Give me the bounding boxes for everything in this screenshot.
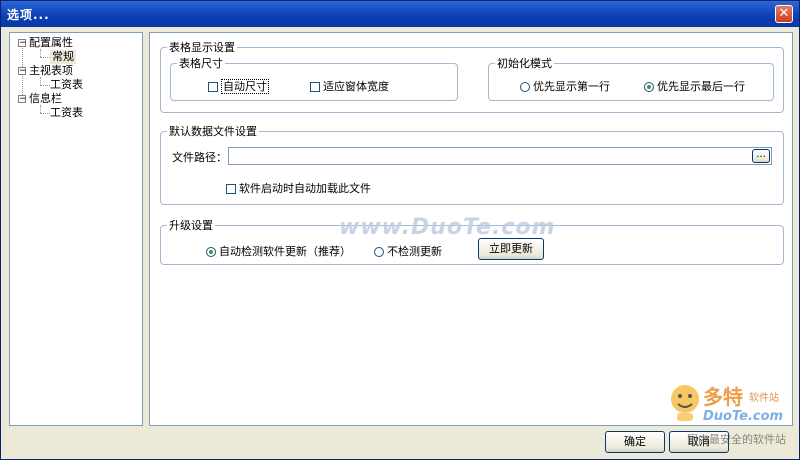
logo-domain: DuoTe.com <box>703 409 784 424</box>
tree-item-infobar[interactable]: − 信息栏 <box>18 92 62 106</box>
checkbox-box[interactable] <box>226 184 236 194</box>
tree-item-config[interactable]: − 配置属性 <box>18 36 73 50</box>
tree-item-label: 配置属性 <box>29 36 73 49</box>
no-check-radio[interactable]: 不检测更新 <box>374 243 442 259</box>
tree-connector <box>40 113 50 114</box>
duote-logo: 多特 软件站 DuoTe.com 国内最安全的软件站 <box>665 379 795 457</box>
file-path-input[interactable]: ... <box>228 147 772 165</box>
tree-item-salary-2[interactable]: 工资表 <box>50 106 83 120</box>
checkbox-label: 自动尺寸 <box>221 79 269 94</box>
settings-tree: − 配置属性 常规 − 主视表项 工资表 − 信息栏 工资表 <box>9 32 143 426</box>
radio-circle[interactable] <box>374 247 384 257</box>
logo-brand: 多特 <box>703 385 743 409</box>
tree-item-label: 主视表项 <box>29 64 73 77</box>
tree-connector <box>40 85 50 86</box>
tree-item-label: 常规 <box>52 50 74 63</box>
autoload-checkbox[interactable]: 软件启动时自动加载此文件 <box>226 180 371 196</box>
window-title: 选项... <box>7 8 50 22</box>
tree-item-label: 工资表 <box>50 106 83 119</box>
options-dialog: 选项... ✕ − 配置属性 常规 − 主视表项 工资表 − 信息栏 工资表 表… <box>0 0 800 460</box>
watermark-text: www.DuoTe.com <box>339 215 556 240</box>
tree-connector <box>40 57 50 58</box>
radio-circle[interactable] <box>644 82 654 92</box>
first-row-radio[interactable]: 优先显示第一行 <box>520 78 610 94</box>
file-path-label: 文件路径： <box>172 151 227 164</box>
checkbox-label: 软件启动时自动加载此文件 <box>239 182 371 195</box>
collapse-icon[interactable]: − <box>18 67 27 76</box>
last-row-radio[interactable]: 优先显示最后一行 <box>644 78 745 94</box>
radio-label: 优先显示最后一行 <box>657 80 745 93</box>
radio-circle[interactable] <box>520 82 530 92</box>
tree-item-label: 工资表 <box>50 78 83 91</box>
logo-suffix: 软件站 <box>749 393 779 404</box>
group-title: 默认数据文件设置 <box>169 125 257 138</box>
radio-label: 不检测更新 <box>387 245 442 258</box>
tree-item-salary-1[interactable]: 工资表 <box>50 78 83 92</box>
group-title: 升级设置 <box>169 219 213 232</box>
mascot-icon <box>671 385 699 421</box>
group-title: 初始化模式 <box>497 57 552 70</box>
checkbox-label: 适应窗体宽度 <box>323 80 389 93</box>
group-title: 表格尺寸 <box>179 57 223 70</box>
collapse-icon[interactable]: − <box>18 39 27 48</box>
checkbox-box[interactable] <box>208 82 218 92</box>
browse-button[interactable]: ... <box>752 149 770 163</box>
fit-width-checkbox[interactable]: 适应窗体宽度 <box>310 78 389 94</box>
radio-circle[interactable] <box>206 247 216 257</box>
tree-item-main-view[interactable]: − 主视表项 <box>18 64 73 78</box>
checkbox-box[interactable] <box>310 82 320 92</box>
close-icon: ✕ <box>778 6 790 21</box>
tree-item-label: 信息栏 <box>29 92 62 105</box>
auto-check-radio[interactable]: 自动检测软件更新（推荐） <box>206 243 351 259</box>
auto-size-checkbox[interactable]: 自动尺寸 <box>208 78 269 94</box>
title-bar[interactable]: 选项... ✕ <box>1 1 799 27</box>
logo-slogan: 国内最安全的软件站 <box>687 433 786 446</box>
radio-label: 自动检测软件更新（推荐） <box>219 245 351 258</box>
tree-connector <box>40 105 41 113</box>
collapse-icon[interactable]: − <box>18 95 27 104</box>
group-title: 表格显示设置 <box>169 41 235 54</box>
tree-item-general[interactable]: 常规 <box>50 50 76 64</box>
ok-button[interactable]: 确定 <box>605 431 665 453</box>
update-now-button[interactable]: 立即更新 <box>478 238 544 260</box>
tree-connector <box>40 49 41 57</box>
radio-label: 优先显示第一行 <box>533 80 610 93</box>
close-button[interactable]: ✕ <box>775 5 793 23</box>
tree-connector <box>40 77 41 85</box>
